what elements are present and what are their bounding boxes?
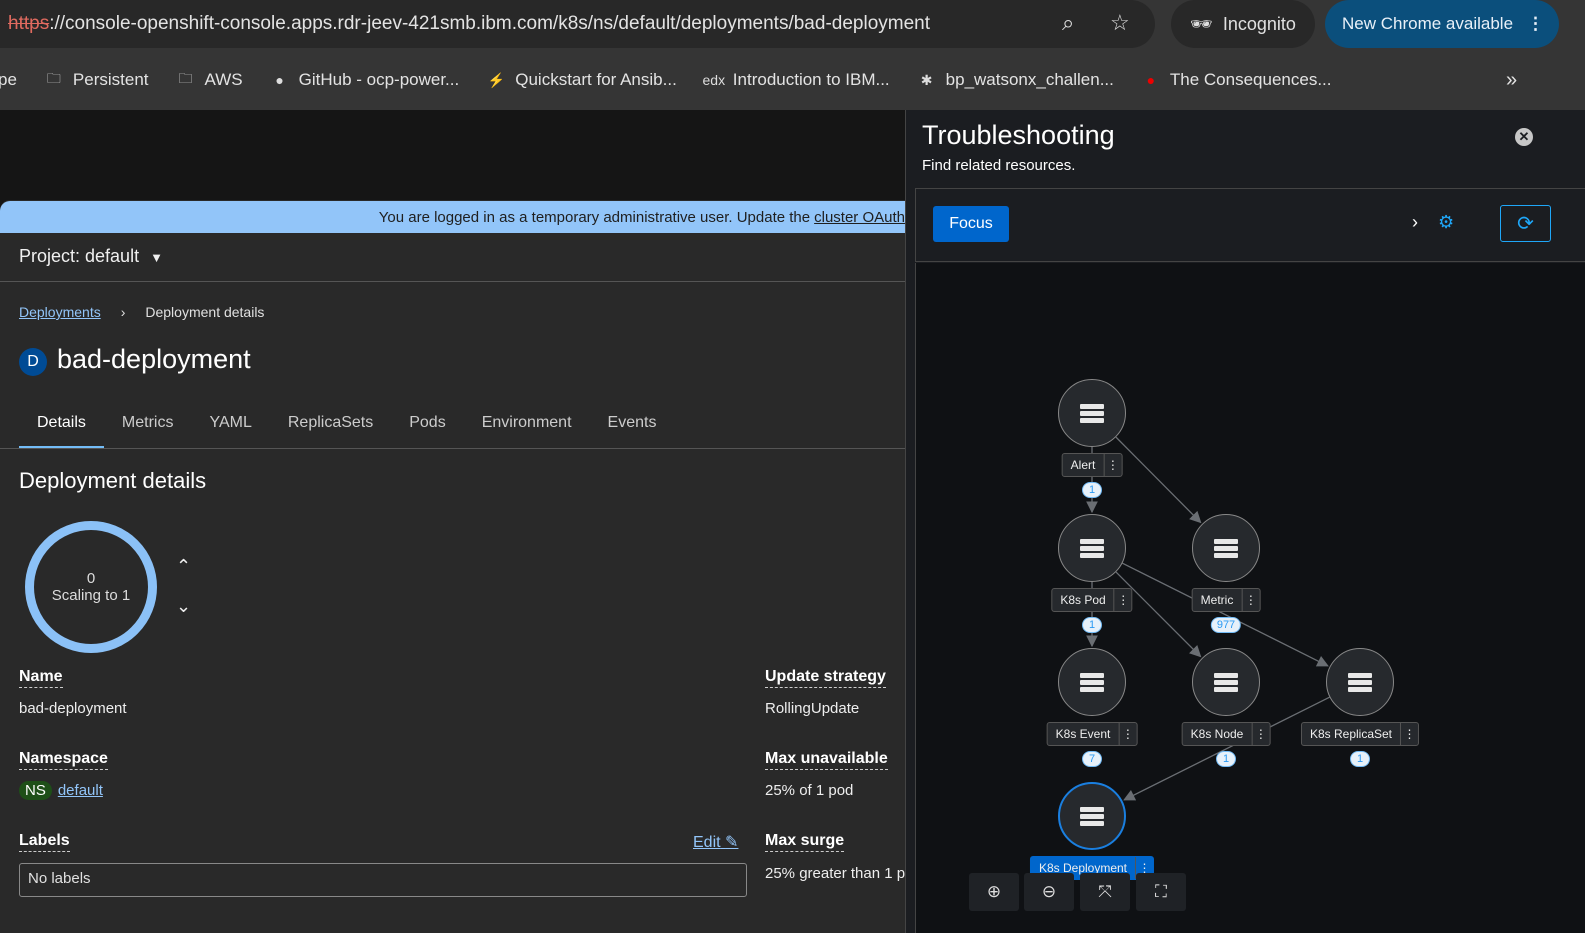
kebab-menu-icon[interactable]: ⋮: [1113, 589, 1132, 611]
kebab-menu-icon[interactable]: ⋮: [1400, 723, 1418, 745]
kebab-menu-icon[interactable]: ⋮: [1118, 723, 1136, 745]
node-label-text: Metric: [1200, 593, 1234, 607]
graph-edges: [1086, 436, 1330, 801]
node-label-text: K8s Event: [1055, 727, 1111, 741]
graph-node-rs[interactable]: [1326, 648, 1394, 716]
graph-node-label[interactable]: Metric ⋮: [1191, 588, 1261, 612]
node-count-badge: 1: [1082, 617, 1102, 633]
server-icon: [1080, 538, 1104, 558]
graph-node-alert[interactable]: [1058, 379, 1126, 447]
zoom-in-button[interactable]: ⊕: [969, 873, 1019, 911]
server-icon: [1214, 672, 1238, 692]
node-label-text: K8s Node: [1190, 727, 1244, 741]
graph-node-event[interactable]: [1058, 648, 1126, 716]
fullscreen-button[interactable]: ⛶: [1136, 873, 1186, 911]
node-count-badge: 1: [1350, 751, 1370, 767]
kebab-menu-icon[interactable]: ⋮: [1251, 723, 1269, 745]
node-label-text: Alert: [1070, 458, 1096, 472]
graph-node-label[interactable]: K8s Pod ⋮: [1051, 588, 1133, 612]
node-label-text: K8s ReplicaSet: [1309, 727, 1393, 741]
zoom-out-button[interactable]: ⊖: [1024, 873, 1074, 911]
node-count-badge: 7: [1082, 751, 1102, 767]
graph-node-label[interactable]: K8s ReplicaSet ⋮: [1300, 722, 1420, 746]
server-icon: [1080, 672, 1104, 692]
server-icon: [1080, 403, 1104, 423]
graph-node-label[interactable]: K8s Node ⋮: [1181, 722, 1271, 746]
graph-node-node[interactable]: [1192, 648, 1260, 716]
graph-node-deploy[interactable]: [1058, 782, 1126, 850]
graph-node-pod[interactable]: [1058, 514, 1126, 582]
graph-edge-pod-node: [1115, 571, 1202, 658]
server-icon: [1080, 806, 1104, 826]
node-count-badge: 977: [1210, 617, 1242, 633]
server-icon: [1348, 672, 1372, 692]
server-icon: [1214, 538, 1238, 558]
fit-to-screen-button[interactable]: ⤧: [1080, 873, 1130, 911]
kebab-menu-icon[interactable]: ⋮: [1103, 454, 1121, 476]
graph-node-label[interactable]: K8s Event ⋮: [1046, 722, 1138, 746]
graph-node-label[interactable]: Alert ⋮: [1061, 453, 1123, 477]
node-label-text: K8s Pod: [1060, 593, 1106, 607]
node-count-badge: 1: [1216, 751, 1236, 767]
node-count-badge: 1: [1082, 482, 1102, 498]
graph-node-metric[interactable]: [1192, 514, 1260, 582]
kebab-menu-icon[interactable]: ⋮: [1241, 589, 1259, 611]
graph-edge-alert-metric: [1115, 436, 1202, 524]
